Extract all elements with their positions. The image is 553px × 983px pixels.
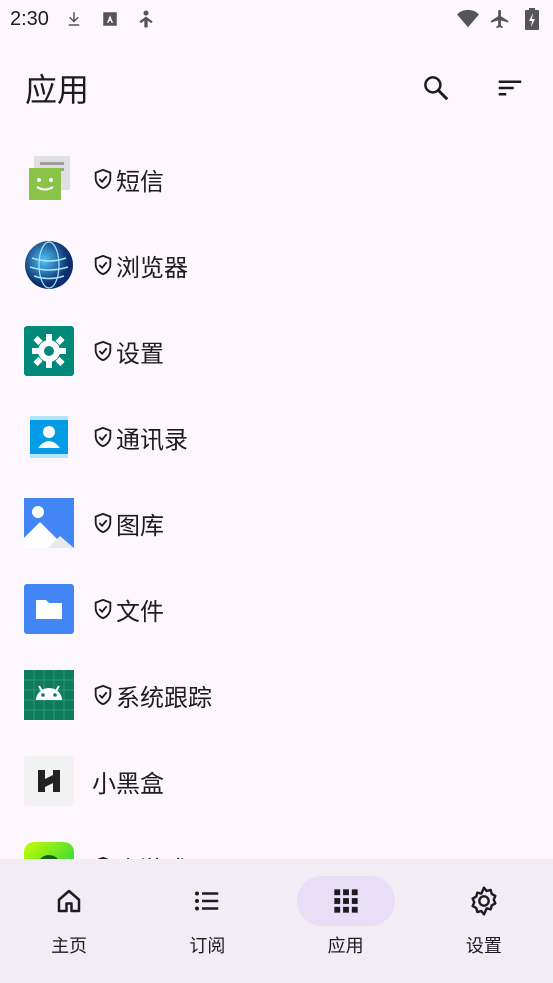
app-label: 设置 — [92, 334, 164, 369]
home-icon — [57, 889, 81, 913]
app-label: 通讯录 — [92, 420, 188, 455]
nav-label: 设置 — [465, 936, 502, 957]
list-item[interactable]: 小游戏 — [0, 824, 553, 859]
sort-button[interactable] — [486, 64, 534, 112]
app-label: 短信 — [92, 162, 164, 197]
list-item[interactable]: 设置 — [0, 308, 553, 394]
nav-pill-active — [296, 876, 395, 926]
shield-check-icon — [94, 168, 112, 190]
font-a-icon — [99, 8, 121, 30]
nav-item-settings[interactable]: 设置 — [415, 859, 553, 983]
shield-check-icon — [94, 426, 112, 448]
list-item[interactable]: 通讯录 — [0, 394, 553, 480]
app-label: 图库 — [92, 506, 164, 541]
wifi-icon — [457, 8, 479, 30]
nav-pill — [20, 876, 118, 926]
accessibility-icon — [135, 8, 157, 30]
app-label: 文件 — [92, 592, 164, 627]
shield-check-icon — [94, 254, 112, 276]
list-item[interactable]: 系统跟踪 — [0, 652, 553, 738]
gallery-icon — [24, 498, 74, 548]
status-left: 2:30 — [10, 8, 157, 31]
sort-icon — [498, 80, 522, 96]
nav-label: 主页 — [51, 936, 88, 957]
search-button[interactable] — [412, 64, 460, 112]
status-bar: 2:30 — [0, 0, 553, 38]
nav-pill — [158, 876, 256, 926]
status-right — [457, 8, 543, 30]
nav-item-apps[interactable]: 应用 — [277, 859, 415, 983]
nav-label: 应用 — [327, 936, 364, 957]
apps-grid-icon — [333, 889, 358, 913]
xiaoheihe-icon — [24, 756, 74, 806]
app-label: 系统跟踪 — [92, 678, 212, 713]
download-icon — [63, 8, 85, 30]
contacts-icon — [24, 412, 74, 462]
app-name: 文件 — [116, 597, 164, 626]
nav-item-home[interactable]: 主页 — [0, 859, 138, 983]
list-item[interactable]: 小黑盒 — [0, 738, 553, 824]
list-icon — [195, 891, 219, 911]
shield-check-icon — [94, 340, 112, 362]
page-title: 应用 — [25, 71, 90, 109]
battery-charging-icon — [521, 8, 543, 30]
app-label: 小游戏 — [92, 850, 188, 860]
bottom-navigation: 主页 订阅 应用 设置 — [0, 859, 553, 983]
gear-icon — [471, 886, 497, 916]
list-item[interactable]: 浏览器 — [0, 222, 553, 308]
status-time: 2:30 — [10, 7, 49, 30]
list-item[interactable]: 文件 — [0, 566, 553, 652]
app-name: 小游戏 — [116, 850, 188, 860]
list-item[interactable]: 短信 — [0, 136, 553, 222]
app-list: 短信 浏览器 设置 通讯录 图库 文件 系统跟踪 小黑盒 — [0, 136, 553, 859]
system-tracing-icon — [24, 670, 74, 720]
settings-app-icon — [24, 326, 74, 376]
nav-label: 订阅 — [189, 936, 226, 957]
search-icon — [424, 76, 449, 101]
app-name: 通讯录 — [116, 425, 188, 454]
airplane-icon — [489, 8, 511, 30]
games-icon — [24, 842, 74, 859]
messages-icon — [24, 154, 74, 204]
shield-check-icon — [94, 598, 112, 620]
app-label: 浏览器 — [92, 248, 188, 283]
app-name: 系统跟踪 — [116, 683, 212, 712]
list-item[interactable]: 图库 — [0, 480, 553, 566]
nav-item-subscriptions[interactable]: 订阅 — [138, 859, 276, 983]
app-name: 图库 — [116, 511, 164, 540]
app-name: 短信 — [116, 167, 164, 196]
nav-pill — [435, 876, 533, 926]
app-name: 小黑盒 — [92, 769, 164, 798]
top-app-bar: 应用 — [0, 50, 553, 126]
shield-check-icon — [94, 512, 112, 534]
app-name: 浏览器 — [116, 253, 188, 282]
app-label: 小黑盒 — [92, 764, 164, 799]
shield-check-icon — [94, 684, 112, 706]
app-name: 设置 — [116, 339, 164, 368]
browser-icon — [24, 240, 74, 290]
files-icon — [24, 584, 74, 634]
